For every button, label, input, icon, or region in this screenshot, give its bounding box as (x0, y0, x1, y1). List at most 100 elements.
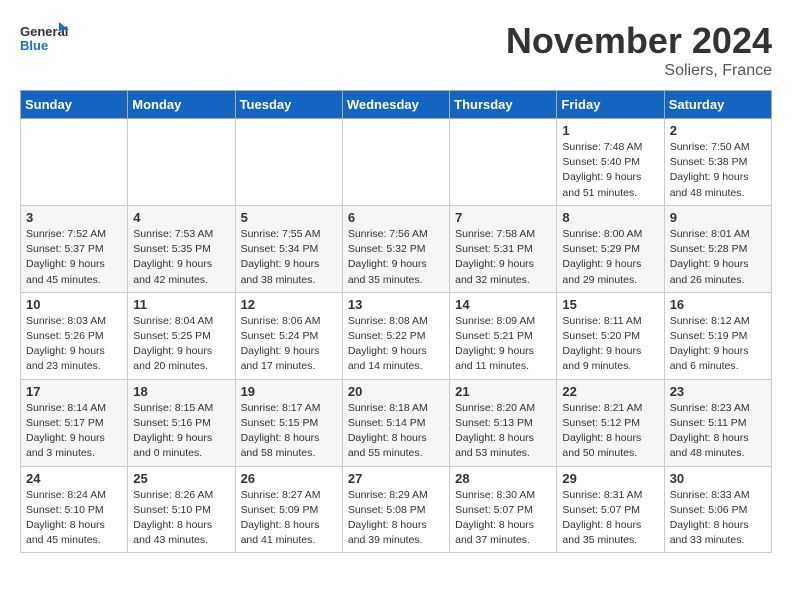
calendar-cell: 14Sunrise: 8:09 AMSunset: 5:21 PMDayligh… (450, 292, 557, 379)
calendar-cell: 26 Sunrise: 8:27 AMSunset: 5:09 PMDayligh… (235, 466, 342, 553)
calendar-cell: 16Sunrise: 8:12 AMSunset: 5:19 PMDayligh… (664, 292, 771, 379)
calendar-week-row: 10 Sunrise: 8:03 AMSunset: 5:26 PMDayligh… (21, 292, 772, 379)
day-info: Sunrise: 8:03 AMSunset: 5:26 PMDaylight:… (26, 314, 122, 375)
day-number: 13 (348, 297, 444, 312)
day-info: Sunrise: 8:09 AMSunset: 5:21 PMDaylight:… (455, 314, 551, 375)
day-number: 25 (133, 471, 229, 486)
calendar-cell (342, 119, 449, 206)
day-number: 17 (26, 384, 122, 399)
calendar-cell (21, 119, 128, 206)
header: General Blue November 2024 Soliers, Fran… (20, 20, 772, 80)
day-info: Sunrise: 8:12 AMSunset: 5:19 PMDaylight:… (670, 314, 766, 375)
calendar-cell: 28 Sunrise: 8:30 AMSunset: 5:07 PMDayligh… (450, 466, 557, 553)
calendar-cell: 6 Sunrise: 7:56 AMSunset: 5:32 PMDaylight… (342, 205, 449, 292)
day-number: 29 (562, 471, 658, 486)
calendar-cell: 4 Sunrise: 7:53 AMSunset: 5:35 PMDaylight… (128, 205, 235, 292)
svg-text:Blue: Blue (20, 38, 48, 53)
day-info: Sunrise: 8:21 AMSunset: 5:12 PMDaylight:… (562, 401, 658, 462)
calendar-day-header: Thursday (450, 91, 557, 119)
day-number: 21 (455, 384, 551, 399)
calendar-cell: 27 Sunrise: 8:29 AMSunset: 5:08 PMDayligh… (342, 466, 449, 553)
logo-svg: General Blue (20, 20, 70, 62)
calendar-cell: 22Sunrise: 8:21 AMSunset: 5:12 PMDayligh… (557, 379, 664, 466)
calendar-week-row: 24 Sunrise: 8:24 AMSunset: 5:10 PMDayligh… (21, 466, 772, 553)
location: Soliers, France (506, 62, 772, 80)
day-number: 8 (562, 210, 658, 225)
day-number: 4 (133, 210, 229, 225)
day-info: Sunrise: 8:14 AMSunset: 5:17 PMDaylight:… (26, 401, 122, 462)
day-info: Sunrise: 8:31 AMSunset: 5:07 PMDaylight:… (562, 488, 658, 549)
day-number: 10 (26, 297, 122, 312)
day-number: 15 (562, 297, 658, 312)
day-info: Sunrise: 7:58 AMSunset: 5:31 PMDaylight:… (455, 227, 551, 288)
calendar-day-header: Saturday (664, 91, 771, 119)
day-number: 23 (670, 384, 766, 399)
day-number: 19 (241, 384, 337, 399)
calendar-cell: 18 Sunrise: 8:15 AMSunset: 5:16 PMDayligh… (128, 379, 235, 466)
calendar-cell: 29 Sunrise: 8:31 AMSunset: 5:07 PMDayligh… (557, 466, 664, 553)
day-number: 18 (133, 384, 229, 399)
calendar-week-row: 17 Sunrise: 8:14 AMSunset: 5:17 PMDayligh… (21, 379, 772, 466)
calendar-cell (235, 119, 342, 206)
day-info: Sunrise: 7:55 AMSunset: 5:34 PMDaylight:… (241, 227, 337, 288)
day-number: 9 (670, 210, 766, 225)
calendar-cell: 17 Sunrise: 8:14 AMSunset: 5:17 PMDayligh… (21, 379, 128, 466)
day-number: 12 (241, 297, 337, 312)
day-info: Sunrise: 8:15 AMSunset: 5:16 PMDaylight:… (133, 401, 229, 462)
day-number: 20 (348, 384, 444, 399)
calendar-cell: 21 Sunrise: 8:20 AMSunset: 5:13 PMDayligh… (450, 379, 557, 466)
calendar-cell: 3 Sunrise: 7:52 AMSunset: 5:37 PMDaylight… (21, 205, 128, 292)
day-number: 3 (26, 210, 122, 225)
calendar-cell: 10 Sunrise: 8:03 AMSunset: 5:26 PMDayligh… (21, 292, 128, 379)
calendar-cell: 19Sunrise: 8:17 AMSunset: 5:15 PMDayligh… (235, 379, 342, 466)
calendar-cell: 25 Sunrise: 8:26 AMSunset: 5:10 PMDayligh… (128, 466, 235, 553)
day-info: Sunrise: 7:48 AMSunset: 5:40 PMDaylight:… (562, 140, 658, 201)
day-info: Sunrise: 8:00 AMSunset: 5:29 PMDaylight:… (562, 227, 658, 288)
day-number: 24 (26, 471, 122, 486)
day-info: Sunrise: 7:53 AMSunset: 5:35 PMDaylight:… (133, 227, 229, 288)
title-area: November 2024 Soliers, France (506, 20, 772, 80)
calendar-week-row: 1 Sunrise: 7:48 AMSunset: 5:40 PMDaylight… (21, 119, 772, 206)
month-title: November 2024 (506, 20, 772, 62)
logo: General Blue (20, 20, 70, 62)
day-info: Sunrise: 8:06 AMSunset: 5:24 PMDaylight:… (241, 314, 337, 375)
day-info: Sunrise: 8:33 AMSunset: 5:06 PMDaylight:… (670, 488, 766, 549)
day-info: Sunrise: 8:26 AMSunset: 5:10 PMDaylight:… (133, 488, 229, 549)
calendar-day-header: Wednesday (342, 91, 449, 119)
calendar-day-header: Monday (128, 91, 235, 119)
day-info: Sunrise: 8:08 AMSunset: 5:22 PMDaylight:… (348, 314, 444, 375)
calendar-cell: 1 Sunrise: 7:48 AMSunset: 5:40 PMDaylight… (557, 119, 664, 206)
day-number: 11 (133, 297, 229, 312)
day-number: 30 (670, 471, 766, 486)
day-info: Sunrise: 8:24 AMSunset: 5:10 PMDaylight:… (26, 488, 122, 549)
calendar-cell: 20Sunrise: 8:18 AMSunset: 5:14 PMDayligh… (342, 379, 449, 466)
day-info: Sunrise: 8:29 AMSunset: 5:08 PMDaylight:… (348, 488, 444, 549)
day-info: Sunrise: 8:27 AMSunset: 5:09 PMDaylight:… (241, 488, 337, 549)
calendar-day-header: Sunday (21, 91, 128, 119)
calendar-cell: 30 Sunrise: 8:33 AMSunset: 5:06 PMDayligh… (664, 466, 771, 553)
calendar-cell: 24 Sunrise: 8:24 AMSunset: 5:10 PMDayligh… (21, 466, 128, 553)
day-info: Sunrise: 8:01 AMSunset: 5:28 PMDaylight:… (670, 227, 766, 288)
day-number: 27 (348, 471, 444, 486)
day-info: Sunrise: 8:04 AMSunset: 5:25 PMDaylight:… (133, 314, 229, 375)
day-info: Sunrise: 8:20 AMSunset: 5:13 PMDaylight:… (455, 401, 551, 462)
calendar-week-row: 3 Sunrise: 7:52 AMSunset: 5:37 PMDaylight… (21, 205, 772, 292)
calendar-cell: 23 Sunrise: 8:23 AMSunset: 5:11 PMDayligh… (664, 379, 771, 466)
day-number: 28 (455, 471, 551, 486)
calendar-cell: 13 Sunrise: 8:08 AMSunset: 5:22 PMDayligh… (342, 292, 449, 379)
day-number: 5 (241, 210, 337, 225)
day-number: 2 (670, 123, 766, 138)
calendar-day-header: Friday (557, 91, 664, 119)
calendar-cell: 5 Sunrise: 7:55 AMSunset: 5:34 PMDaylight… (235, 205, 342, 292)
day-info: Sunrise: 7:52 AMSunset: 5:37 PMDaylight:… (26, 227, 122, 288)
calendar-cell: 15Sunrise: 8:11 AMSunset: 5:20 PMDayligh… (557, 292, 664, 379)
day-number: 6 (348, 210, 444, 225)
calendar-cell: 9 Sunrise: 8:01 AMSunset: 5:28 PMDaylight… (664, 205, 771, 292)
day-info: Sunrise: 8:30 AMSunset: 5:07 PMDaylight:… (455, 488, 551, 549)
day-info: Sunrise: 8:23 AMSunset: 5:11 PMDaylight:… (670, 401, 766, 462)
day-number: 1 (562, 123, 658, 138)
day-info: Sunrise: 7:56 AMSunset: 5:32 PMDaylight:… (348, 227, 444, 288)
day-number: 26 (241, 471, 337, 486)
calendar-header-row: SundayMondayTuesdayWednesdayThursdayFrid… (21, 91, 772, 119)
calendar-cell: 8 Sunrise: 8:00 AMSunset: 5:29 PMDaylight… (557, 205, 664, 292)
